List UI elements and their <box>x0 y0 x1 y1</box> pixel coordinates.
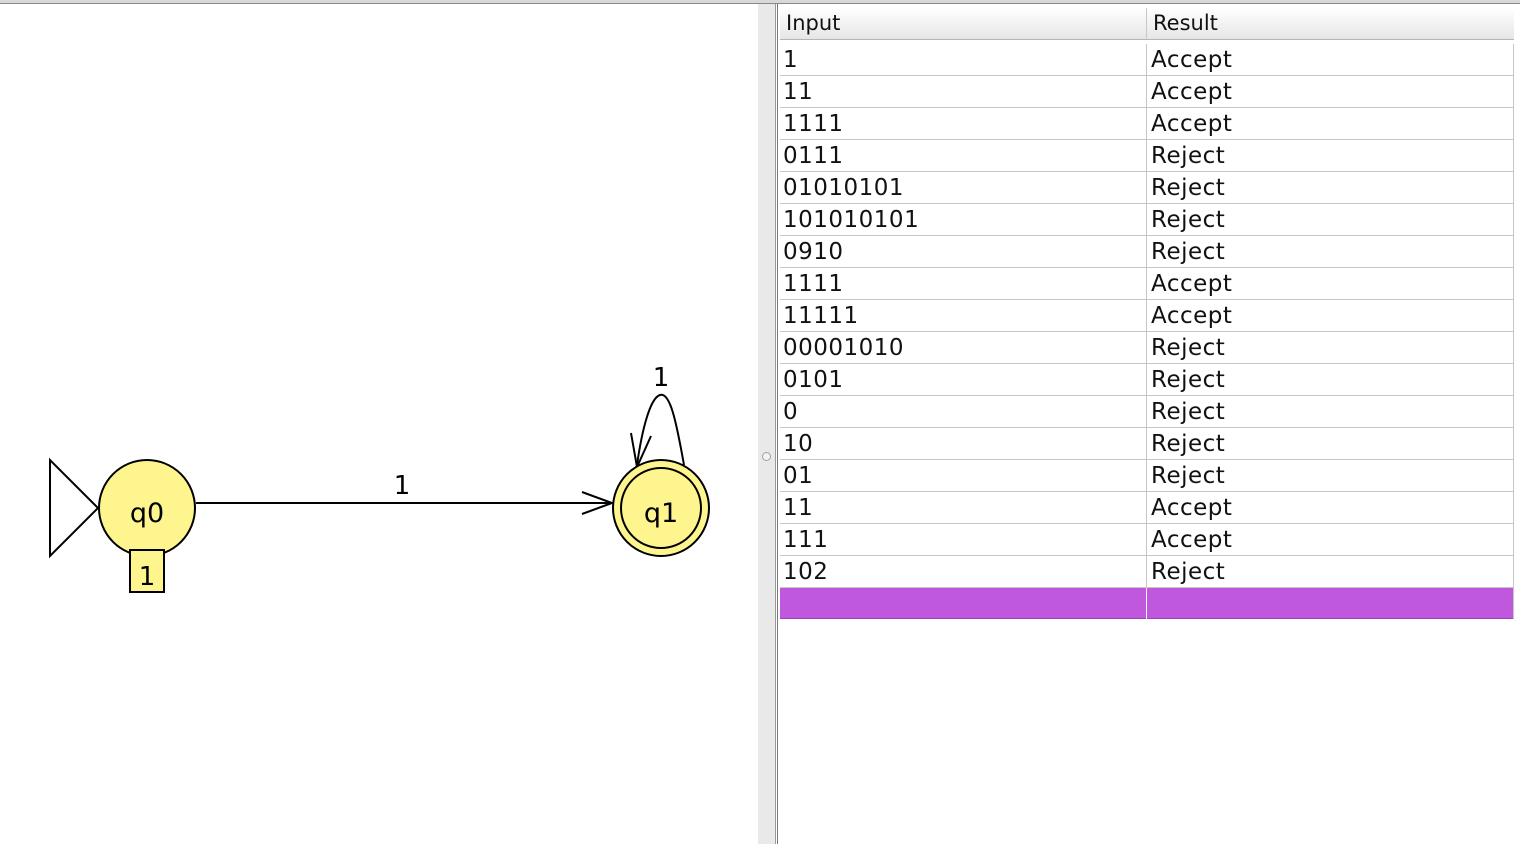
app-window: 1 q0 1 1 q1 Input Result 1 Accept 11 Acc… <box>0 0 1520 844</box>
splitter-grip-icon[interactable] <box>762 452 771 461</box>
automaton-canvas[interactable]: 1 q0 1 1 q1 <box>0 4 758 844</box>
result-cell: Reject <box>1147 364 1514 395</box>
table-row[interactable]: 11 Accept <box>780 492 1514 524</box>
result-cell: Accept <box>1147 300 1514 331</box>
results-table[interactable]: Input Result 1 Accept 11 Accept 1111 Accept 01… <box>777 4 1520 844</box>
result-cell: Reject <box>1147 236 1514 267</box>
result-cell: Reject <box>1147 460 1514 491</box>
state-q0-note-text: 1 <box>139 562 156 592</box>
column-header-input[interactable]: Input <box>780 8 1147 39</box>
result-cell: Accept <box>1147 108 1514 139</box>
state-q1-label: q1 <box>644 498 678 529</box>
table-row[interactable]: 0910 Reject <box>780 236 1514 268</box>
input-cell[interactable]: 01010101 <box>780 172 1147 203</box>
input-cell[interactable]: 111 <box>780 524 1147 555</box>
result-cell: Reject <box>1147 140 1514 171</box>
input-cell[interactable]: 0 <box>780 396 1147 427</box>
result-cell: Reject <box>1147 204 1514 235</box>
input-cell[interactable]: 102 <box>780 556 1147 587</box>
input-cell[interactable]: 11 <box>780 76 1147 107</box>
table-row[interactable]: 102 Reject <box>780 556 1514 588</box>
input-cell[interactable]: 1111 <box>780 268 1147 299</box>
input-cell[interactable]: 1111 <box>780 108 1147 139</box>
table-row[interactable]: 10 Reject <box>780 428 1514 460</box>
table-header: Input Result <box>780 8 1514 40</box>
input-cell[interactable]: 11111 <box>780 300 1147 331</box>
table-row[interactable]: 01 Reject <box>780 460 1514 492</box>
input-cell[interactable]: 11 <box>780 492 1147 523</box>
column-header-result[interactable]: Result <box>1147 8 1514 39</box>
input-cell[interactable]: 01 <box>780 460 1147 491</box>
table-row-selected-empty[interactable] <box>780 588 1514 619</box>
transition-q0-q1[interactable]: 1 <box>196 471 615 515</box>
initial-state-arrow-icon <box>49 457 100 559</box>
table-row[interactable]: 00001010 Reject <box>780 332 1514 364</box>
table-row[interactable]: 111 Accept <box>780 524 1514 556</box>
automaton-diagram[interactable]: 1 q0 1 1 q1 <box>0 0 758 844</box>
result-cell: Reject <box>1147 396 1514 427</box>
table-row[interactable]: 11111 Accept <box>780 300 1514 332</box>
result-cell: Reject <box>1147 556 1514 587</box>
result-cell: Accept <box>1147 44 1514 75</box>
result-cell-empty <box>1147 588 1514 619</box>
table-row[interactable]: 0111 Reject <box>780 140 1514 172</box>
result-cell: Accept <box>1147 524 1514 555</box>
table-row[interactable]: 101010101 Reject <box>780 204 1514 236</box>
state-q1[interactable]: q1 <box>612 459 710 557</box>
state-q0-note[interactable]: 1 <box>129 549 165 593</box>
result-cell: Reject <box>1147 332 1514 363</box>
state-q0[interactable]: q0 <box>98 459 196 557</box>
table-row[interactable]: 1111 Accept <box>780 108 1514 140</box>
input-cell-empty[interactable] <box>780 588 1147 619</box>
table-row[interactable]: 1 Accept <box>780 44 1514 76</box>
transition-q0-q1-label: 1 <box>394 471 411 501</box>
result-cell: Accept <box>1147 268 1514 299</box>
input-cell[interactable]: 0111 <box>780 140 1147 171</box>
input-cell[interactable]: 1 <box>780 44 1147 75</box>
table-row[interactable]: 1111 Accept <box>780 268 1514 300</box>
result-cell: Reject <box>1147 428 1514 459</box>
result-cell: Reject <box>1147 172 1514 203</box>
input-cell[interactable]: 101010101 <box>780 204 1147 235</box>
input-cell[interactable]: 00001010 <box>780 332 1147 363</box>
result-cell: Accept <box>1147 492 1514 523</box>
input-cell[interactable]: 0910 <box>780 236 1147 267</box>
input-cell[interactable]: 0101 <box>780 364 1147 395</box>
table-row[interactable]: 01010101 Reject <box>780 172 1514 204</box>
input-cell[interactable]: 10 <box>780 428 1147 459</box>
table-row[interactable]: 0101 Reject <box>780 364 1514 396</box>
table-row[interactable]: 11 Accept <box>780 76 1514 108</box>
table-body: 1 Accept 11 Accept 1111 Accept 0111 Reject 01010… <box>780 44 1514 619</box>
result-cell: Accept <box>1147 76 1514 107</box>
transition-q1-q1[interactable]: 1 <box>630 363 685 471</box>
state-q0-label: q0 <box>130 498 164 529</box>
transition-q1-q1-label: 1 <box>653 363 670 393</box>
pane-splitter[interactable] <box>758 4 776 844</box>
table-row[interactable]: 0 Reject <box>780 396 1514 428</box>
